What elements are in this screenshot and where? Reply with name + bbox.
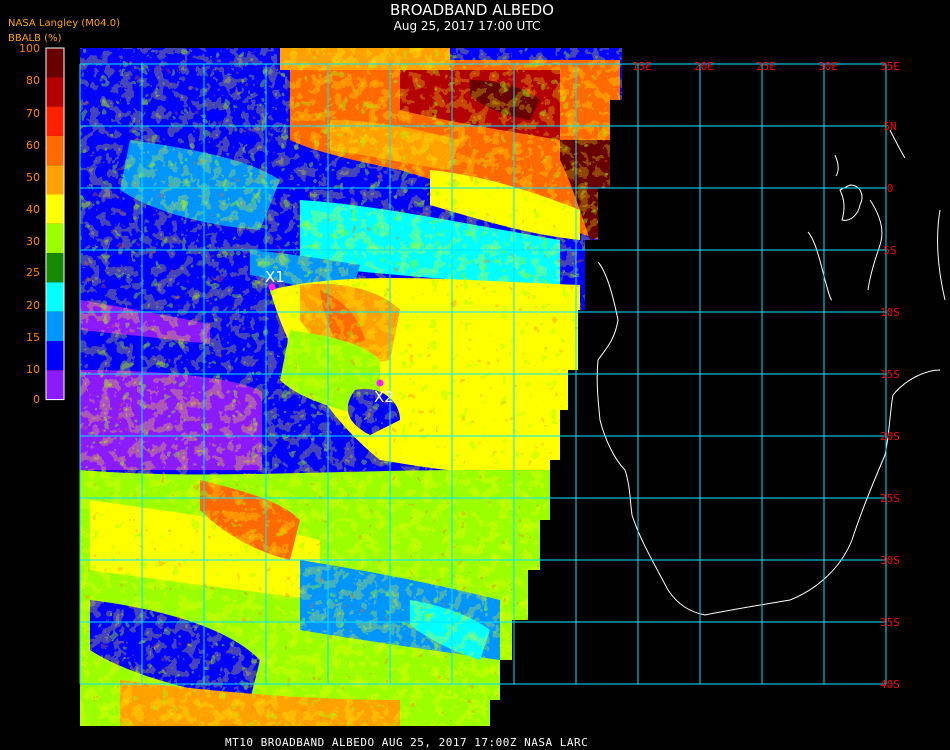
latitude-label: 35S (880, 616, 900, 629)
colorbar-tick-label: 10 (26, 363, 40, 376)
latitude-label: 5N (883, 120, 896, 133)
colorbar-tick-label: 20 (26, 299, 40, 312)
colorbar-tick-label: 25 (26, 266, 40, 279)
map-datetime: Aug 25, 2017 17:00 UTC (394, 19, 541, 33)
source-label: NASA Langley (M04.0) (8, 18, 120, 29)
colorbar-tick-label: 40 (26, 203, 40, 216)
latitude-label: 40S (880, 678, 900, 691)
colorbar-tick-label: 70 (26, 107, 40, 120)
latitude-label: 0 (887, 182, 894, 195)
map-title: BROADBAND ALBEDO (390, 1, 554, 19)
footer-caption: MT10 BROADBAND ALBEDO AUG 25, 2017 17:00… (225, 736, 588, 749)
colorbar-segment (46, 223, 64, 254)
latitude-label: 15S (880, 368, 900, 381)
colorbar-segment (46, 194, 64, 224)
colorbar-tick-label: 30 (26, 235, 40, 248)
longitude-label: 20E (694, 60, 714, 73)
longitude-label: 15E (632, 60, 652, 73)
colorbar-segment (46, 165, 64, 195)
longitude-label: 25E (756, 60, 776, 73)
colorbar-segment (46, 135, 64, 166)
colorbar: 100807060504030252015100 (19, 42, 65, 406)
albedo-map: NASA Langley (M04.0) BROADBAND ALBEDO Au… (8, 1, 946, 749)
latitude-label: 10S (880, 306, 900, 319)
colorbar-segment (46, 77, 64, 107)
latitude-label: 20S (880, 430, 900, 443)
longitude-label: 30E (818, 60, 838, 73)
latitude-label: 30S (880, 554, 900, 567)
latitude-label: 25S (880, 492, 900, 505)
marker-x1-label: X1 (265, 268, 285, 286)
colorbar-tick-label: 15 (26, 331, 40, 344)
colorbar-segment (46, 311, 64, 341)
colorbar-segment (46, 282, 64, 312)
longitude-label: 35E (880, 60, 900, 73)
colorbar-segment (46, 48, 64, 78)
colorbar-tick-label: 0 (33, 393, 40, 406)
colorbar-segment (46, 253, 64, 283)
colorbar-tick-label: 60 (26, 139, 40, 152)
marker-x2-label: X2 (374, 388, 394, 406)
albedo-swath (80, 48, 622, 726)
colorbar-segment (46, 341, 64, 371)
colorbar-segment (46, 370, 64, 400)
marker-x2-dot (376, 379, 384, 387)
latitude-label: 5S (883, 244, 896, 257)
colorbar-tick-label: 50 (26, 171, 40, 184)
colorbar-tick-label: 100 (19, 42, 40, 55)
colorbar-segment (46, 106, 64, 136)
colorbar-tick-label: 80 (26, 74, 40, 87)
